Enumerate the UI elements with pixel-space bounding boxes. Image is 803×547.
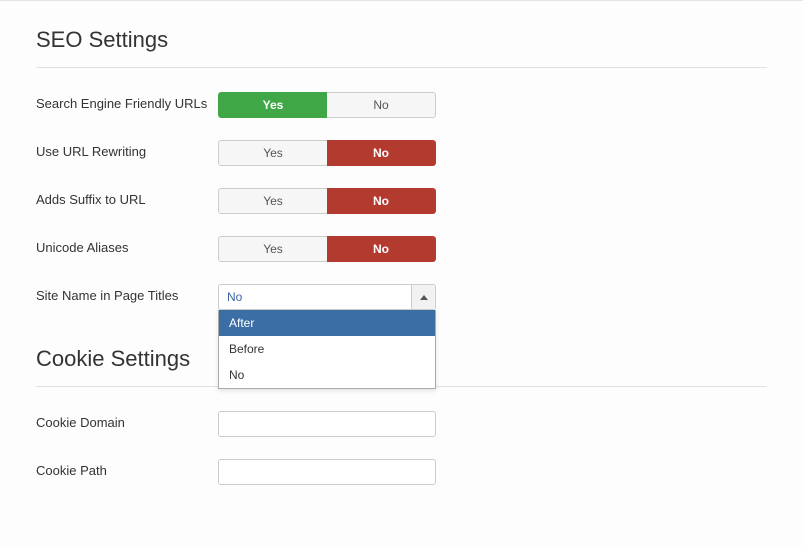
toggle-rewrite-yes[interactable]: Yes [218,140,327,166]
dropdown-item-after[interactable]: After [219,310,435,336]
toggle-unicode-yes[interactable]: Yes [218,236,327,262]
toggle-unicode-no[interactable]: No [327,236,436,262]
input-cookie-domain[interactable] [218,411,436,437]
toggle-suffix-yes[interactable]: Yes [218,188,327,214]
field-suffix-url: Adds Suffix to URL Yes No [36,188,767,214]
toggle-sef-urls[interactable]: Yes No [218,92,436,118]
label-sitename-titles: Site Name in Page Titles [36,284,218,305]
dropdown-item-no[interactable]: No [219,362,435,388]
label-url-rewriting: Use URL Rewriting [36,140,218,161]
field-url-rewriting: Use URL Rewriting Yes No [36,140,767,166]
field-cookie-path: Cookie Path [36,459,767,485]
toggle-url-rewriting[interactable]: Yes No [218,140,436,166]
toggle-sef-no[interactable]: No [327,92,436,118]
dropdown-item-before[interactable]: Before [219,336,435,362]
label-suffix-url: Adds Suffix to URL [36,188,218,209]
select-sitename-titles[interactable]: No After Before No [218,284,436,310]
label-cookie-path: Cookie Path [36,459,218,480]
label-sef-urls: Search Engine Friendly URLs [36,92,218,113]
toggle-rewrite-no[interactable]: No [327,140,436,166]
settings-page: SEO Settings Search Engine Friendly URLs… [0,0,803,547]
select-sitename-display[interactable]: No [218,284,436,310]
dropdown-sitename-list: After Before No [218,310,436,389]
input-cookie-path[interactable] [218,459,436,485]
select-caret-button[interactable] [411,285,435,309]
toggle-suffix-no[interactable]: No [327,188,436,214]
toggle-suffix-url[interactable]: Yes No [218,188,436,214]
toggle-sef-yes[interactable]: Yes [218,92,327,118]
caret-up-icon [420,295,428,300]
seo-section-title: SEO Settings [36,21,767,68]
label-unicode-aliases: Unicode Aliases [36,236,218,257]
toggle-unicode-aliases[interactable]: Yes No [218,236,436,262]
field-unicode-aliases: Unicode Aliases Yes No [36,236,767,262]
label-cookie-domain: Cookie Domain [36,411,218,432]
field-sitename-titles: Site Name in Page Titles No After Before… [36,284,767,310]
select-sitename-value: No [227,290,242,304]
field-sef-urls: Search Engine Friendly URLs Yes No [36,92,767,118]
field-cookie-domain: Cookie Domain [36,411,767,437]
